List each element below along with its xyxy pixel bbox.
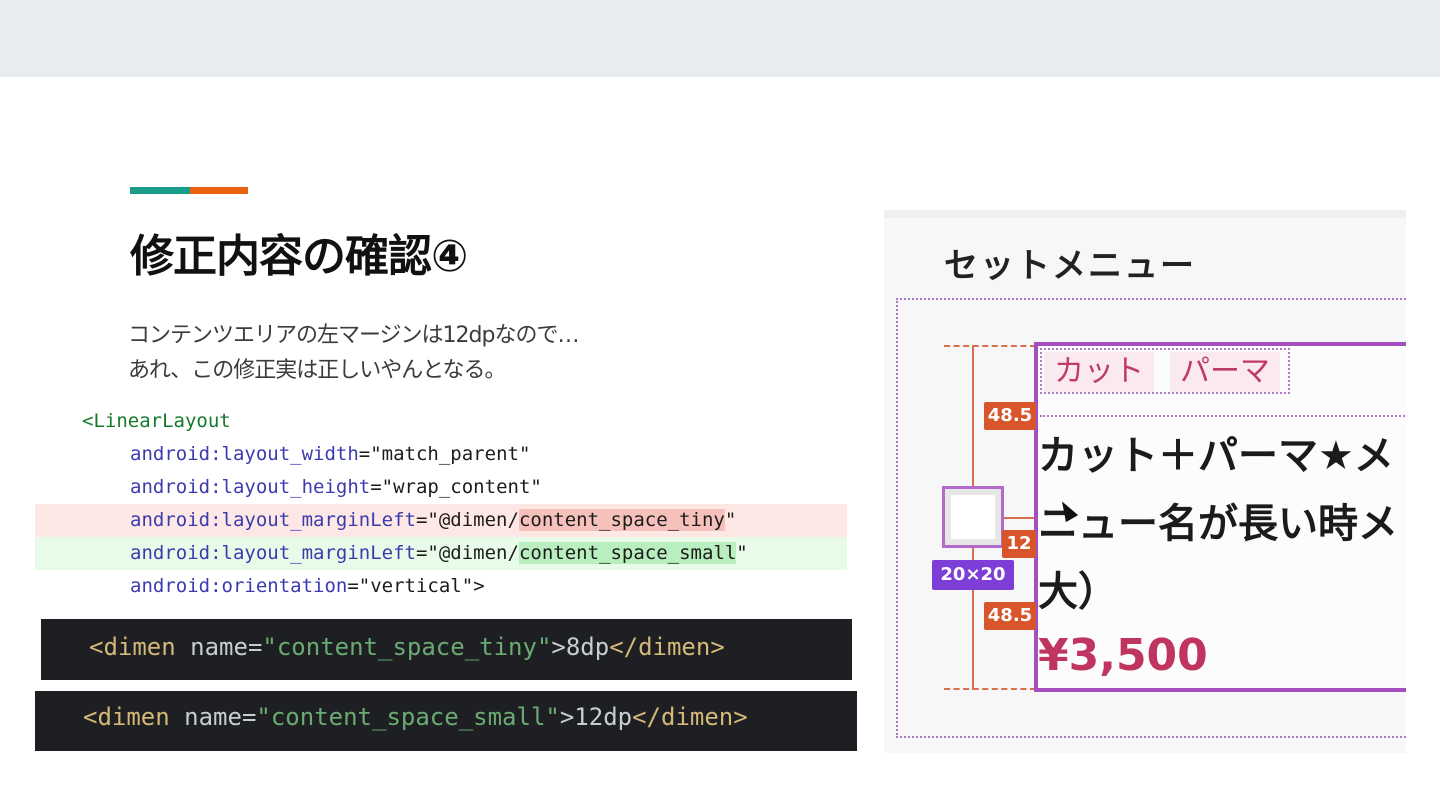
dimen-attr: name= <box>169 703 257 731</box>
size-badge: 20×20 <box>932 560 1014 590</box>
menu-checkbox[interactable] <box>942 486 1004 548</box>
content-bounds <box>1040 415 1406 417</box>
top-bar <box>0 0 1440 77</box>
guide-left-margin <box>1004 517 1036 519</box>
dimen-close-tag: </dimen> <box>609 633 725 661</box>
dimen-text: >8dp <box>551 633 610 661</box>
dimen-value: "content_space_small" <box>256 703 560 731</box>
margin-badge-top: 48.5 <box>984 402 1036 430</box>
menu-name-line: カット＋パーマ★メ <box>1038 433 1394 479</box>
code-line-added: android:layout_marginLeft="@dimen/conten… <box>35 537 847 570</box>
code-value: ="@dimen/ <box>415 509 519 531</box>
menu-name: カット＋パーマ★メ ニュー名が長い時メ 大） <box>1038 422 1398 626</box>
code-value: ="wrap_content" <box>370 476 542 498</box>
code-value: ="@dimen/ <box>415 542 519 564</box>
menu-price: ¥3,500 <box>1038 630 1208 681</box>
dimen-tiny-snippet: <dimen name="content_space_tiny">8dp</di… <box>41 619 852 680</box>
code-value: ="vertical"> <box>347 575 485 597</box>
chip-group: カット パーマ <box>1040 348 1290 394</box>
code-attr: layout_marginLeft <box>221 542 416 564</box>
dimen-small-snippet: <dimen name="content_space_small">12dp</… <box>35 691 857 751</box>
dimen-close-tag: </dimen> <box>632 703 748 731</box>
body-line-2: あれ、この修正実は正しいやんとなる。 <box>128 358 507 383</box>
chip-perm: パーマ <box>1170 352 1280 392</box>
code-value: ="match_parent" <box>358 443 531 465</box>
slide-title: 修正内容の確認④ <box>130 231 468 282</box>
code-value: " <box>736 542 748 564</box>
accent-bar-teal <box>130 187 190 194</box>
layout-inspector-screenshot: セットメニュー カット パーマ カット＋パーマ★メ ニュー名が長い時メ 大） ¥… <box>884 210 1406 753</box>
accent-bar-orange <box>190 187 248 194</box>
menu-name-line: 大） <box>1038 569 1118 615</box>
code-attr: layout_width <box>221 443 359 465</box>
code-namespace: android: <box>130 542 222 564</box>
code-attr: layout_marginLeft <box>221 509 416 531</box>
dimen-value: "content_space_tiny" <box>262 633 552 661</box>
margin-badge-bottom: 48.5 <box>984 602 1036 630</box>
code-highlight-removed: content_space_tiny <box>518 509 725 531</box>
margin-badge-left: 12 <box>1002 530 1036 558</box>
code-namespace: android: <box>130 509 222 531</box>
code-namespace: android: <box>130 443 222 465</box>
dimen-open-tag: <dimen <box>89 633 176 661</box>
code-line: android:layout_height="wrap_content" <box>35 471 847 504</box>
dimen-attr: name= <box>175 633 263 661</box>
set-menu-header: セットメニュー <box>944 246 1196 286</box>
code-line: <LinearLayout <box>35 405 847 438</box>
code-attr: orientation <box>221 575 348 597</box>
menu-name-line: ニュー名が長い時メ <box>1038 501 1398 547</box>
body-line-1: コンテンツエリアの左マージンは12dpなので… <box>128 323 579 348</box>
code-line: android:layout_width="match_parent" <box>35 438 847 471</box>
code-line-removed: android:layout_marginLeft="@dimen/conten… <box>35 504 847 537</box>
guide-top <box>944 345 1036 347</box>
chip-cut: カット <box>1044 352 1154 392</box>
code-attr: layout_height <box>221 476 371 498</box>
code-line: android:orientation="vertical"> <box>35 570 847 603</box>
checkbox-box <box>951 495 995 539</box>
code-value: " <box>724 509 737 531</box>
slide-body: コンテンツエリアの左マージンは12dpなので… あれ、この修正実は正しいやんとな… <box>128 318 579 388</box>
dimen-open-tag: <dimen <box>83 703 170 731</box>
code-highlight-added: content_space_small <box>518 542 737 564</box>
code-namespace: android: <box>130 476 222 498</box>
code-diff-block: <LinearLayout android:layout_width="matc… <box>35 405 847 605</box>
code-tag: <LinearLayout <box>82 410 231 432</box>
screenshot-top-edge <box>884 210 1406 218</box>
guide-bottom <box>944 688 1036 690</box>
code-namespace: android: <box>130 575 222 597</box>
dimen-text: >12dp <box>559 703 633 731</box>
